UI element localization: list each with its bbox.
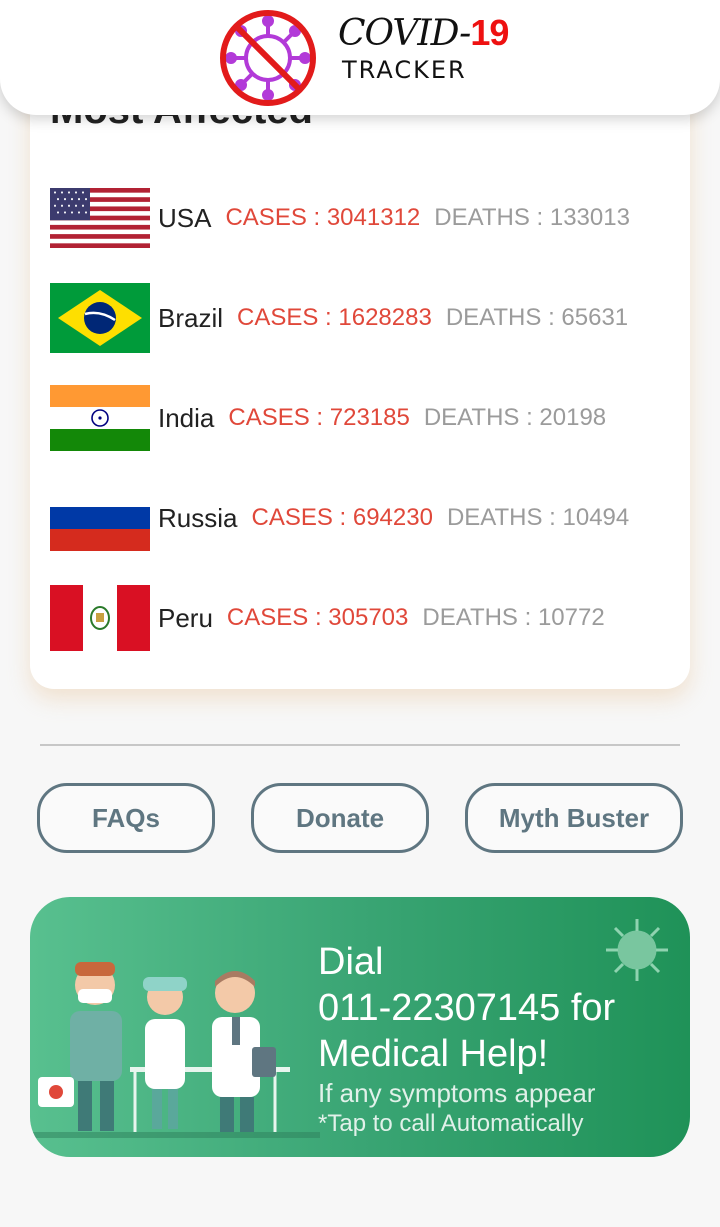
doctors-illustration — [30, 962, 320, 1138]
cases-count: CASES : 305703 — [226, 604, 409, 631]
banner-help-label: Medical Help! — [318, 1033, 549, 1075]
app-subtitle: TRACKER — [342, 56, 467, 84]
cases-count: CASES : 723185 — [228, 404, 410, 431]
india-flag-icon — [50, 385, 150, 451]
country-row-peru[interactable]: Peru CASES : 305703 DEATHS : 10772 — [50, 583, 605, 653]
usa-flag-icon — [50, 188, 150, 248]
russia-flag-icon — [50, 485, 150, 551]
country-name: Brazil — [158, 302, 224, 333]
donate-button[interactable]: Donate — [251, 783, 429, 853]
virus-logo-icon — [220, 10, 316, 106]
country-row-russia[interactable]: Russia CASES : 694230 DEATHS : 10494 — [50, 483, 629, 553]
deaths-count: DEATHS : 10772 — [422, 604, 605, 631]
app-title: COVID-19 — [338, 12, 509, 54]
country-name: USA — [158, 202, 212, 233]
banner-symptoms-note: If any symptoms appear — [318, 1078, 596, 1108]
deaths-count: DEATHS : 20198 — [423, 404, 607, 431]
country-row-brazil[interactable]: Brazil CASES : 1628283 DEATHS : 65631 — [50, 283, 628, 353]
cases-count: CASES : 694230 — [251, 504, 433, 531]
country-row-india[interactable]: India CASES : 723185 DEATHS : 20198 — [50, 383, 606, 453]
brazil-flag-icon — [50, 283, 150, 353]
most-affected-card: Most Affected USA CASES : 3041312 DEATHS… — [30, 60, 690, 689]
app-header: COVID-19 TRACKER — [0, 0, 720, 115]
banner-dial-label: Dial — [318, 941, 384, 983]
country-name: Russia — [158, 502, 238, 533]
banner-tap-note: *Tap to call Automatically — [318, 1110, 584, 1137]
country-name: Peru — [158, 602, 213, 633]
peru-flag-icon — [50, 585, 150, 651]
medical-help-banner[interactable]: Dial 011-22307145 for Medical Help! If a… — [30, 897, 690, 1157]
country-name: India — [158, 402, 215, 433]
myth-buster-button[interactable]: Myth Buster — [465, 783, 683, 853]
cases-count: CASES : 3041312 — [225, 204, 421, 231]
cases-count: CASES : 1628283 — [237, 304, 432, 331]
banner-text: Dial 011-22307145 for Medical Help! If a… — [318, 939, 615, 1139]
deaths-count: DEATHS : 133013 — [434, 204, 630, 231]
banner-phone-number[interactable]: 011-22307145 for — [318, 985, 615, 1031]
deaths-count: DEATHS : 65631 — [445, 304, 629, 331]
faqs-button[interactable]: FAQs — [37, 783, 215, 853]
country-row-usa[interactable]: USA CASES : 3041312 DEATHS : 133013 — [50, 183, 630, 253]
deaths-count: DEATHS : 10494 — [446, 504, 630, 531]
section-divider — [40, 744, 680, 746]
